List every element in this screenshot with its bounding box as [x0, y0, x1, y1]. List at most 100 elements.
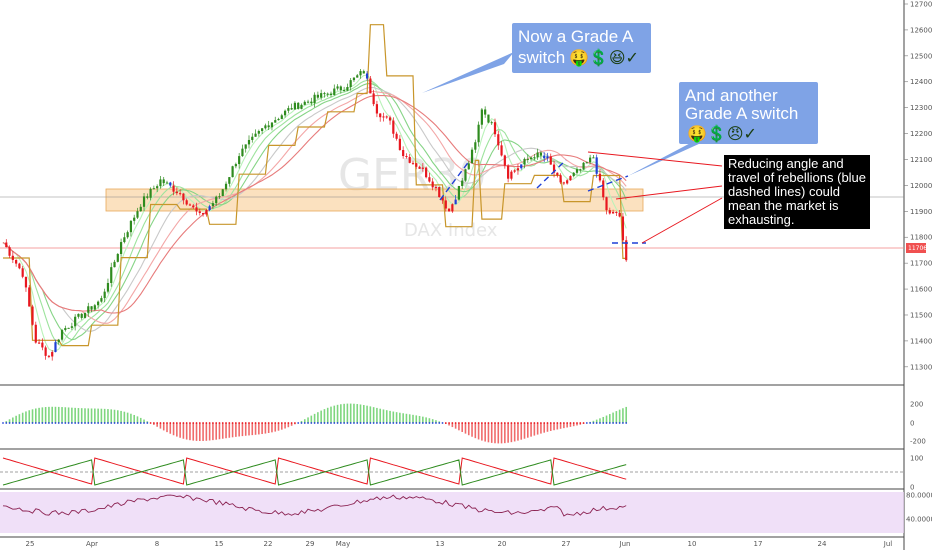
candle-body — [444, 200, 447, 209]
candle-body — [520, 164, 523, 169]
hist-dot — [582, 422, 585, 424]
price-tick-label: 12700 — [910, 1, 932, 9]
candle-body — [438, 187, 441, 198]
hist-dot — [294, 422, 296, 424]
hist-tick-label: 200 — [910, 401, 923, 409]
hist-dot — [566, 422, 569, 424]
candle-body — [60, 330, 64, 340]
hist-dot — [208, 422, 211, 424]
hist-dot — [100, 422, 103, 424]
hist-dot — [166, 422, 168, 424]
hist-dot — [612, 422, 614, 424]
candle-body — [395, 133, 398, 139]
hist-dot — [382, 422, 385, 424]
candle-body — [21, 268, 24, 277]
candle-body — [136, 211, 139, 218]
hist-dot — [408, 422, 411, 424]
candle-body — [605, 197, 608, 211]
candle-body — [480, 109, 483, 125]
candle-body — [87, 306, 90, 313]
hist-dot — [464, 422, 467, 424]
hist-dot — [228, 422, 231, 424]
hist-dot — [418, 422, 421, 424]
hist-dot — [185, 422, 188, 424]
candle-body — [611, 211, 615, 214]
candle-body — [64, 328, 67, 331]
hist-dot — [444, 422, 447, 424]
hist-dot — [339, 422, 342, 424]
hist-dot — [556, 422, 559, 424]
hist-dot — [198, 422, 201, 424]
hist-dot — [435, 422, 437, 424]
candle-body — [343, 90, 346, 92]
time-tick-label: Apr — [86, 540, 98, 548]
hist-dot — [271, 422, 273, 424]
hist-dot — [513, 422, 516, 424]
candle-body — [156, 186, 159, 189]
candle-body — [474, 142, 477, 150]
osc-tick-label: 100 — [910, 455, 923, 463]
hist-dot — [618, 422, 621, 424]
candle-body — [97, 301, 100, 306]
candle-body — [447, 208, 451, 212]
time-tick-label: 13 — [436, 540, 445, 548]
hist-dot — [484, 422, 487, 424]
candle-body — [24, 276, 28, 288]
hist-dot — [64, 422, 67, 424]
candle-body — [329, 93, 333, 96]
hist-dot — [451, 422, 454, 424]
candle-body — [388, 117, 392, 121]
hist-dot — [346, 422, 349, 424]
hist-dot — [280, 422, 283, 424]
candle-body — [267, 125, 270, 128]
time-tick-label: 8 — [155, 540, 159, 548]
time-tick-label: 10 — [688, 540, 697, 548]
candle-body — [592, 157, 595, 159]
candle-body — [185, 200, 188, 205]
candle-body — [106, 282, 110, 292]
osc-green-line — [2, 459, 627, 486]
hist-dot — [84, 422, 86, 424]
hist-dot — [454, 422, 457, 424]
time-tick-label: 24 — [818, 540, 827, 548]
hist-dot — [533, 422, 536, 424]
hist-dot — [579, 422, 582, 424]
hist-dot — [202, 422, 204, 424]
hist-dot — [497, 422, 500, 424]
hist-dot — [461, 422, 464, 424]
hist-dot — [257, 422, 260, 424]
candle-body — [254, 133, 257, 137]
note3-line3: dashed lines) could — [728, 184, 840, 199]
hist-dot — [530, 422, 532, 424]
hist-dot — [80, 422, 83, 424]
hist-dot — [25, 422, 27, 424]
price-tick-label: 12400 — [910, 78, 932, 86]
annotation-exhausting: Reducing angle and travel of rebellions … — [587, 151, 870, 244]
hist-dot — [480, 422, 483, 424]
candle-body — [428, 177, 431, 182]
candle-body — [470, 149, 474, 164]
hist-dot — [284, 422, 286, 424]
oscillator-panel — [0, 457, 904, 486]
candle-body — [349, 80, 352, 88]
hist-dot — [356, 422, 359, 424]
hist-dot — [543, 422, 546, 424]
hist-dot — [441, 422, 444, 424]
candle-body — [464, 169, 467, 181]
price-tick-label: 12300 — [910, 104, 932, 112]
hist-dot — [379, 422, 382, 424]
hist-dot — [431, 422, 434, 424]
hist-dot — [392, 422, 395, 424]
hist-dot — [179, 422, 182, 424]
hist-dot — [195, 422, 198, 424]
hist-dot — [15, 422, 18, 424]
hist-dot — [182, 422, 185, 424]
price-tick-label: 11600 — [910, 286, 932, 294]
time-tick-label: Jun — [619, 540, 631, 548]
hist-dot — [421, 422, 424, 424]
candle-body — [244, 144, 247, 149]
osc-tick-label: 0 — [910, 484, 914, 492]
hist-dot — [376, 422, 378, 424]
hist-dot — [625, 422, 628, 424]
price-tick-label: 11800 — [910, 234, 932, 242]
